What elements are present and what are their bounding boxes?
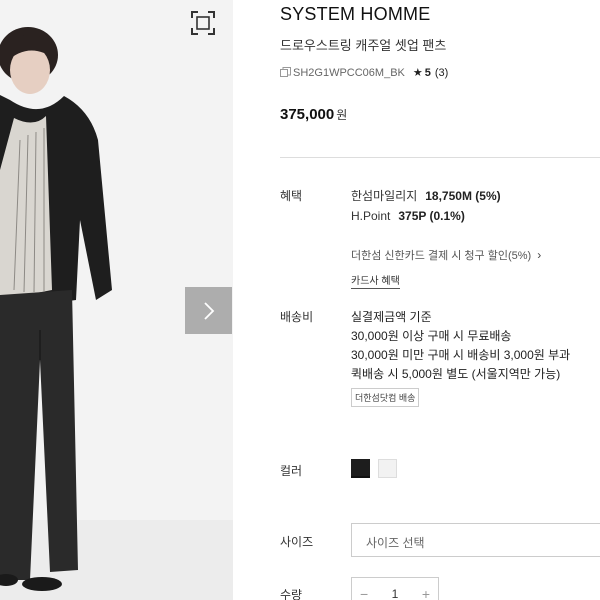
- color-swatch-black[interactable]: [351, 459, 370, 478]
- benefits-label: 혜택: [280, 189, 303, 203]
- product-code: SH2G1WPCC06M_BK: [293, 66, 405, 79]
- divider: [280, 157, 600, 158]
- product-code-row: SH2G1WPCC06M_BK ★ 5 (3): [280, 66, 448, 79]
- price-currency: 원: [336, 108, 348, 122]
- size-label: 사이즈: [280, 535, 314, 549]
- card-discount-text: 더한섬 신한카드 결제 시 청구 할인(5%): [351, 250, 532, 262]
- size-select[interactable]: 사이즈 선택: [351, 523, 600, 557]
- quantity-value[interactable]: 1: [392, 587, 399, 600]
- hpoint-label: H.Point: [351, 209, 391, 223]
- color-swatch-white[interactable]: [378, 459, 397, 478]
- product-price: 375,000 원: [280, 106, 347, 123]
- quantity-decrease-button[interactable]: −: [360, 586, 368, 600]
- price-value: 375,000: [280, 106, 335, 123]
- mileage-value: 18,750M (5%): [425, 189, 501, 203]
- shipping-line: 실결제금액 기준: [351, 310, 432, 324]
- shipping-line: 퀵배송 시 5,000원 별도 (서울지역만 가능): [351, 367, 561, 381]
- shipping-line: 30,000원 미만 구매 시 배송비 3,000원 부과: [351, 348, 571, 362]
- rating-score: 5: [424, 66, 431, 79]
- chevron-right-icon: ›: [537, 248, 542, 262]
- card-discount-link[interactable]: 더한섬 신한카드 결제 시 청구 할인(5%) ›: [351, 247, 541, 263]
- review-count: (3): [434, 66, 449, 79]
- product-gallery: [0, 0, 233, 600]
- color-label: 컬러: [280, 464, 303, 478]
- mileage-row: 한섬마일리지 18,750M (5%): [351, 187, 501, 204]
- shipping-line: 30,000원 이상 구매 시 무료배송: [351, 329, 512, 343]
- gallery-next-button[interactable]: [185, 287, 232, 334]
- quantity-stepper: − 1 +: [351, 577, 439, 600]
- copy-icon[interactable]: [280, 67, 291, 78]
- quantity-label: 수량: [280, 588, 303, 600]
- mileage-label: 한섬마일리지: [351, 189, 418, 203]
- star-icon: ★: [412, 67, 423, 79]
- quantity-increase-button[interactable]: +: [422, 586, 430, 600]
- rating[interactable]: ★ 5 (3): [412, 66, 449, 80]
- shipping-tag: 더한섬닷컴 배송: [351, 388, 420, 407]
- fullscreen-icon[interactable]: [190, 10, 216, 36]
- brand-name[interactable]: SYSTEM HOMME: [280, 4, 430, 25]
- card-benefit-link[interactable]: 카드사 혜택: [351, 272, 400, 289]
- product-info: SYSTEM HOMME 드로우스트링 캐주얼 셋업 팬츠 SH2G1WPCC0…: [280, 0, 600, 600]
- hpoint-value: 375P (0.1%): [398, 209, 465, 223]
- shipping-label: 배송비: [280, 310, 314, 324]
- product-name: 드로우스트링 캐주얼 셋업 팬츠: [280, 38, 447, 53]
- hpoint-row: H.Point 375P (0.1%): [351, 209, 465, 223]
- chevron-right-icon: [203, 301, 214, 320]
